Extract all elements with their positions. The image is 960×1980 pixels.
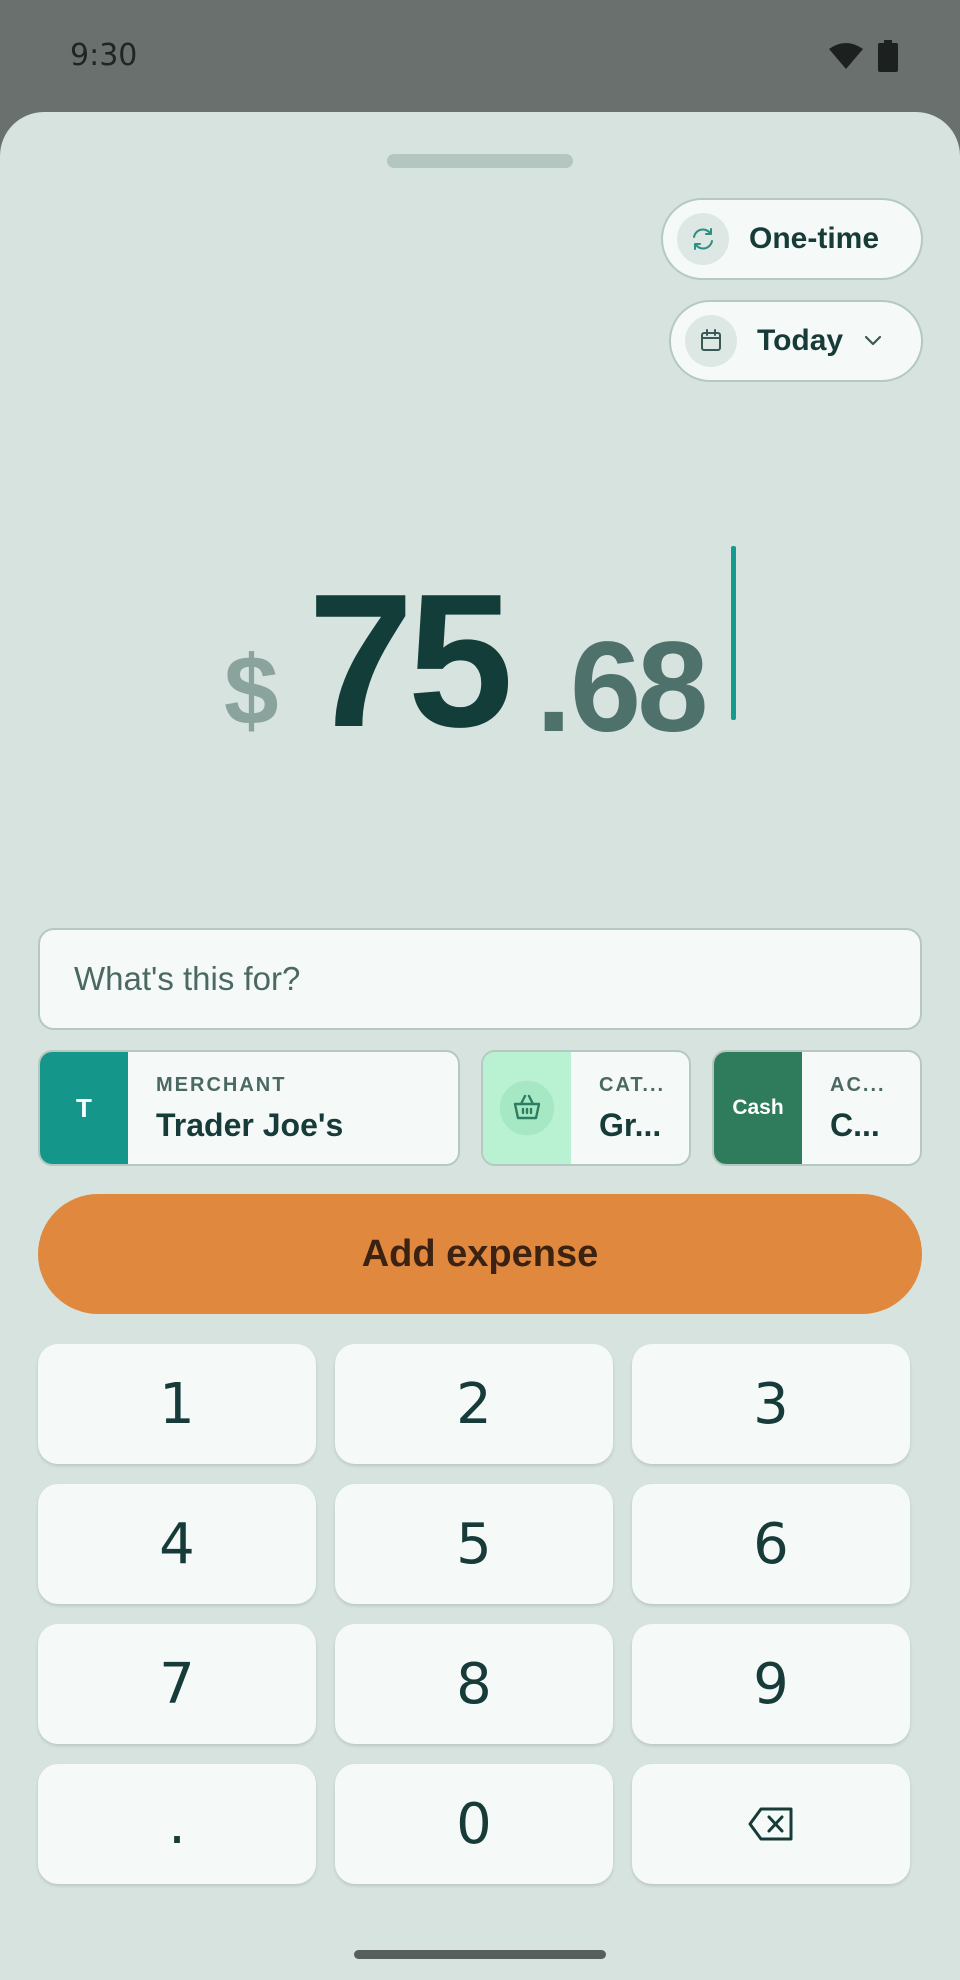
key-5[interactable]: 5: [335, 1484, 613, 1604]
category-picker[interactable]: CAT... Gr...: [481, 1050, 691, 1166]
key-7[interactable]: 7: [38, 1624, 316, 1744]
status-bar: 9:30: [0, 0, 960, 112]
account-value: C...: [830, 1107, 880, 1143]
key-9[interactable]: 9: [632, 1624, 910, 1744]
key-8[interactable]: 8: [335, 1624, 613, 1744]
account-picker[interactable]: Cash AC... C...: [712, 1050, 922, 1166]
amount-fraction: 68: [570, 616, 708, 759]
amount-display: $ 75 . 68: [0, 546, 960, 767]
key-label: 7: [159, 1651, 195, 1717]
key-1[interactable]: 1: [38, 1344, 316, 1464]
repeat-icon: [677, 213, 729, 265]
calendar-icon: [685, 315, 737, 367]
key-2[interactable]: 2: [335, 1344, 613, 1464]
key-6[interactable]: 6: [632, 1484, 910, 1604]
merchant-initial: T: [76, 1092, 92, 1123]
wifi-icon: [829, 43, 863, 69]
key-label: 2: [456, 1371, 492, 1437]
backspace-icon: [748, 1807, 793, 1841]
merchant-caption: MERCHANT: [156, 1074, 287, 1096]
amount-decimal-point: .: [536, 616, 572, 759]
add-expense-button[interactable]: Add expense: [38, 1194, 922, 1314]
key-label: 6: [753, 1511, 789, 1577]
key-label: 1: [159, 1371, 195, 1437]
key-label: .: [168, 1791, 186, 1857]
status-time: 9:30: [70, 38, 138, 73]
key-4[interactable]: 4: [38, 1484, 316, 1604]
add-expense-sheet: One-time Today $ 75 . 68 What's this for…: [0, 112, 960, 1980]
account-badge-label: Cash: [732, 1096, 784, 1119]
category-value: Gr...: [599, 1107, 662, 1143]
status-icons: [828, 40, 898, 72]
battery-icon: [878, 40, 898, 72]
category-caption: CAT...: [599, 1074, 666, 1096]
date-chip[interactable]: Today: [669, 300, 923, 382]
date-label: Today: [757, 324, 844, 357]
key-label: 3: [753, 1371, 789, 1437]
key-label: 8: [456, 1651, 492, 1717]
key-0[interactable]: 0: [335, 1764, 613, 1884]
currency-symbol: $: [224, 635, 279, 745]
description-field[interactable]: What's this for?: [38, 928, 922, 1030]
add-expense-label: Add expense: [361, 1232, 599, 1275]
chevron-down-icon: [865, 335, 882, 346]
merchant-picker[interactable]: T MERCHANT Trader Joe's: [38, 1050, 460, 1166]
description-placeholder: What's this for?: [74, 960, 301, 997]
amount-whole: 75: [308, 555, 513, 767]
key-decimal[interactable]: .: [38, 1764, 316, 1884]
recurrence-label: One-time: [749, 222, 880, 255]
account-caption: AC...: [830, 1074, 886, 1096]
drag-handle[interactable]: [387, 154, 573, 168]
key-label: 0: [456, 1791, 492, 1857]
key-label: 4: [159, 1511, 195, 1577]
key-label: 5: [456, 1511, 492, 1577]
merchant-avatar: T: [40, 1052, 128, 1164]
merchant-value: Trader Joe's: [156, 1107, 344, 1143]
key-backspace[interactable]: [632, 1764, 910, 1884]
key-label: 9: [753, 1651, 789, 1717]
numeric-keypad: 1 2 3 4 5 6 7 8 9 . 0: [38, 1344, 910, 1884]
basket-icon: [499, 1080, 555, 1136]
text-caret: [731, 546, 736, 720]
category-swatch: [483, 1052, 571, 1164]
account-badge: Cash: [714, 1052, 802, 1164]
gesture-nav-handle[interactable]: [354, 1950, 606, 1959]
recurrence-chip[interactable]: One-time: [661, 198, 923, 280]
key-3[interactable]: 3: [632, 1344, 910, 1464]
